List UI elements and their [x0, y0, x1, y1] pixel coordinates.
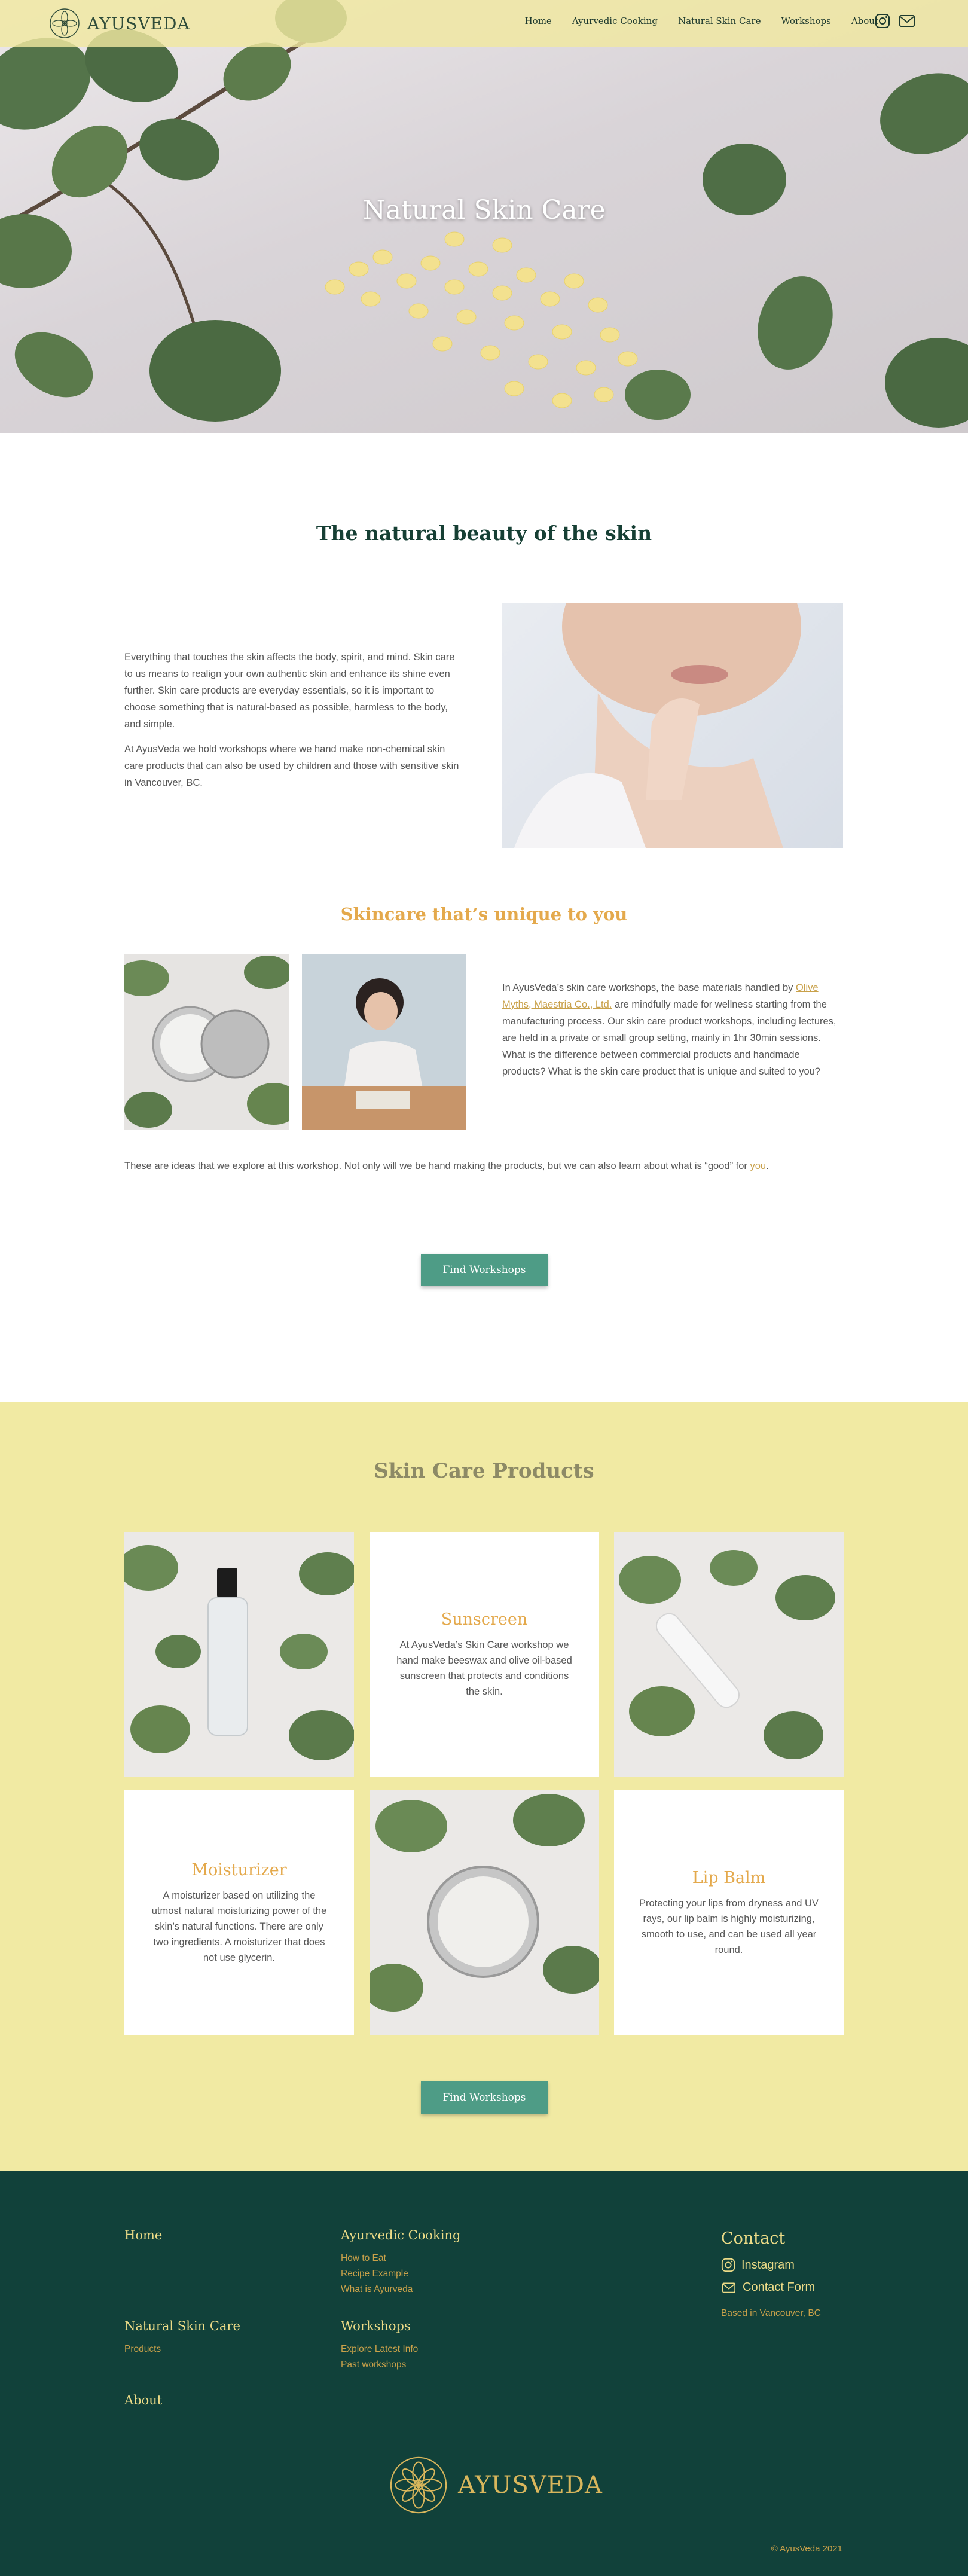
sunscreen-card: Sunscreen At AyusVeda’s Skin Care worksh…	[370, 1532, 599, 1777]
instructor-image	[302, 954, 466, 1130]
spray-bottle-image	[124, 1545, 354, 1760]
ideas-text-part-2: .	[766, 1161, 769, 1171]
footer-contact-form-link[interactable]: Contact Form	[721, 2281, 815, 2294]
find-workshops-button-2[interactable]: Find Workshops	[421, 2081, 548, 2114]
site-footer: Home Ayurvedic Cooking How to Eat Recipe…	[0, 2171, 968, 2576]
lip-balm-title: Lip Balm	[692, 1868, 766, 1887]
social-icons	[875, 13, 915, 29]
balm-tin-image	[124, 956, 289, 1128]
footer-contact-form-label: Contact Form	[743, 2281, 816, 2294]
cream-tin-image	[370, 1794, 599, 2012]
instagram-icon[interactable]	[875, 13, 890, 29]
nav-ayurvedic-cooking[interactable]: Ayurvedic Cooking	[572, 16, 658, 26]
footer-past-workshops[interactable]: Past workshops	[341, 2360, 406, 2370]
footer-what-is-ayurveda[interactable]: What is Ayurveda	[341, 2284, 413, 2295]
moisturizer-description: A moisturizer based on utilizing the utm…	[151, 1890, 327, 1963]
products-section: Skin Care Products Sunscreen At AyusVeda…	[0, 1402, 968, 2171]
footer-instagram-label: Instagram	[741, 2258, 795, 2272]
lip-balm-tube-photo	[614, 1532, 844, 1777]
footer-logo[interactable]: AYUSVEDA	[389, 2455, 603, 2515]
intro-heading: The natural beauty of the skin	[316, 521, 652, 545]
ideas-text: These are ideas that we explore at this …	[124, 1158, 845, 1174]
unique-text: In AyusVeda’s skin care workshops, the b…	[502, 979, 843, 1080]
moisturizer-title: Moisturizer	[191, 1860, 287, 1879]
unique-heading: Skincare that’s unique to you	[340, 904, 628, 924]
nav-home[interactable]: Home	[525, 16, 552, 26]
intro-paragraph-1: Everything that touches the skin affects…	[124, 652, 455, 730]
footer-recipe-example[interactable]: Recipe Example	[341, 2269, 408, 2279]
woman-skin-photo	[502, 603, 843, 848]
footer-products[interactable]: Products	[124, 2344, 161, 2355]
footer-brand-name: AYUSVEDA	[458, 2471, 603, 2499]
woman-face-image	[514, 603, 801, 848]
mail-icon	[722, 2282, 735, 2293]
footer-location: Based in Vancouver, BC	[721, 2308, 821, 2318]
lotus-logo-icon	[50, 8, 80, 38]
balm-tin-photo	[124, 954, 289, 1130]
lip-balm-description: Protecting your lips from dryness and UV…	[639, 1897, 819, 1955]
footer-instagram-link[interactable]: Instagram	[721, 2258, 795, 2272]
mail-icon[interactable]	[899, 13, 915, 29]
lotus-logo-icon	[390, 2456, 447, 2514]
products-heading: Skin Care Products	[374, 1459, 594, 1483]
spray-bottle-photo	[124, 1532, 354, 1777]
footer-explore-latest-info[interactable]: Explore Latest Info	[341, 2344, 418, 2355]
hero-title: Natural Skin Care	[362, 195, 606, 225]
footer-contact-title: Contact	[721, 2229, 786, 2248]
footer-about[interactable]: About	[124, 2393, 162, 2407]
footer-natural-skin-care[interactable]: Natural Skin Care	[124, 2319, 240, 2333]
footer-how-to-eat[interactable]: How to Eat	[341, 2253, 386, 2264]
intro-text: Everything that touches the skin affects…	[124, 649, 465, 799]
lip-balm-tube-image	[619, 1550, 835, 1759]
instagram-icon	[721, 2258, 735, 2272]
sunscreen-description: At AyusVeda’s Skin Care workshop we hand…	[396, 1639, 572, 1697]
lip-balm-card: Lip Balm Protecting your lips from dryne…	[614, 1790, 844, 2035]
workshop-instructor-photo	[302, 954, 466, 1130]
site-header: AYUSVEDA Home Ayurvedic Cooking Natural …	[0, 0, 968, 47]
unique-text-part-1: In AyusVeda’s skin care workshops, the b…	[502, 982, 796, 993]
ideas-text-part-1: These are ideas that we explore at this …	[124, 1161, 750, 1171]
hero-banner: Natural Skin Care	[0, 0, 968, 433]
unique-text-part-2: are mindfully made for wellness starting…	[502, 999, 836, 1077]
ideas-highlight-you: you	[750, 1161, 767, 1171]
sunscreen-title: Sunscreen	[441, 1610, 528, 1629]
intro-paragraph-2: At AyusVeda we hold workshops where we h…	[124, 744, 459, 788]
brand-name: AYUSVEDA	[87, 13, 190, 33]
main-nav: Home Ayurvedic Cooking Natural Skin Care…	[525, 16, 878, 26]
footer-workshops[interactable]: Workshops	[341, 2319, 411, 2333]
brand-logo[interactable]: AYUSVEDA	[49, 6, 190, 41]
find-workshops-button[interactable]: Find Workshops	[421, 1254, 548, 1286]
moisturizer-card: Moisturizer A moisturizer based on utili…	[124, 1790, 354, 2035]
nav-workshops[interactable]: Workshops	[781, 16, 830, 26]
copyright: © AyusVeda 2021	[771, 2544, 842, 2554]
nav-natural-skin-care[interactable]: Natural Skin Care	[678, 16, 761, 26]
footer-ayurvedic-cooking[interactable]: Ayurvedic Cooking	[341, 2228, 460, 2242]
cream-tin-photo	[370, 1790, 599, 2035]
footer-home[interactable]: Home	[124, 2228, 162, 2242]
